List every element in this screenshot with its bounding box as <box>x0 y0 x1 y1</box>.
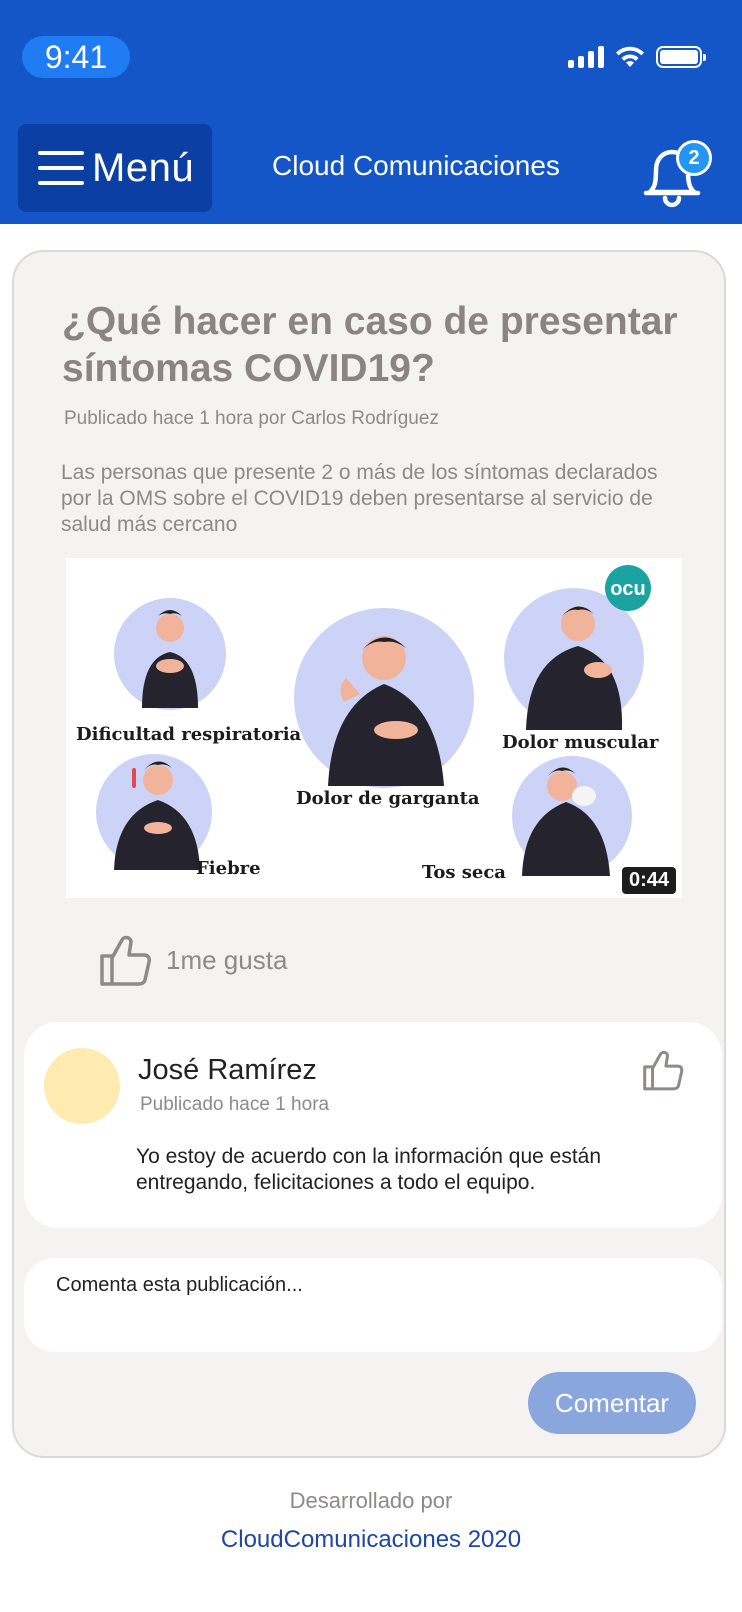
post-card: ¿Qué hacer en caso de presentar síntomas… <box>12 250 726 1458</box>
avatar <box>44 1048 120 1124</box>
thumbs-up-icon <box>100 935 151 986</box>
comment-submit-button[interactable]: Comentar <box>528 1372 696 1434</box>
like-button[interactable]: 1me gusta <box>96 932 287 988</box>
comment-text: Yo estoy de acuerdo con la información q… <box>136 1145 602 1194</box>
label-cough: Tos seca <box>422 862 506 883</box>
comment-like-icon[interactable] <box>640 1048 684 1092</box>
app-header: 9:41 Menú Cloud Comunicaciones 2 <box>0 0 742 224</box>
comment-time: Publicado hace 1 hora <box>140 1094 330 1115</box>
label-breathing: Dificultad respiratoria <box>76 724 302 745</box>
label-fever: Fiebre <box>196 858 261 879</box>
menu-label: Menú <box>92 145 195 190</box>
wifi-icon <box>616 46 644 67</box>
label-muscle: Dolor muscular <box>502 732 659 753</box>
menu-icon <box>38 151 84 185</box>
video-thumbnail[interactable]: ocu Dificultad respiratoria Dolor de gar… <box>66 558 682 898</box>
app-title: Cloud Comunicaciones <box>272 150 560 181</box>
label-throat: Dolor de garganta <box>296 788 480 809</box>
ocu-logo: ocu <box>610 578 646 600</box>
comment-placeholder: Comenta esta publicación... <box>56 1274 303 1296</box>
notification-badge: 2 <box>676 140 712 176</box>
post-meta: Publicado hace 1 hora por Carlos Rodrígu… <box>64 408 439 429</box>
video-duration: 0:44 <box>621 867 676 894</box>
post-title: ¿Qué hacer en caso de presentar síntomas… <box>62 300 678 390</box>
battery-icon <box>656 46 706 68</box>
comment-input[interactable]: Comenta esta publicación... <box>24 1258 722 1352</box>
status-icons <box>568 42 706 72</box>
menu-button[interactable]: Menú <box>18 124 212 212</box>
comment-item: José Ramírez Publicado hace 1 hora Yo es… <box>24 1022 722 1228</box>
signal-icon <box>568 46 604 68</box>
likes-count: 1me gusta <box>166 944 288 975</box>
footer-credit: Desarrollado por <box>289 1488 453 1513</box>
comment-author: José Ramírez <box>138 1054 317 1086</box>
footer-link[interactable]: CloudComunicaciones 2020 <box>0 1526 742 1554</box>
post-body: Las personas que presente 2 o más de los… <box>61 461 658 536</box>
status-time: 9:41 <box>22 36 130 78</box>
